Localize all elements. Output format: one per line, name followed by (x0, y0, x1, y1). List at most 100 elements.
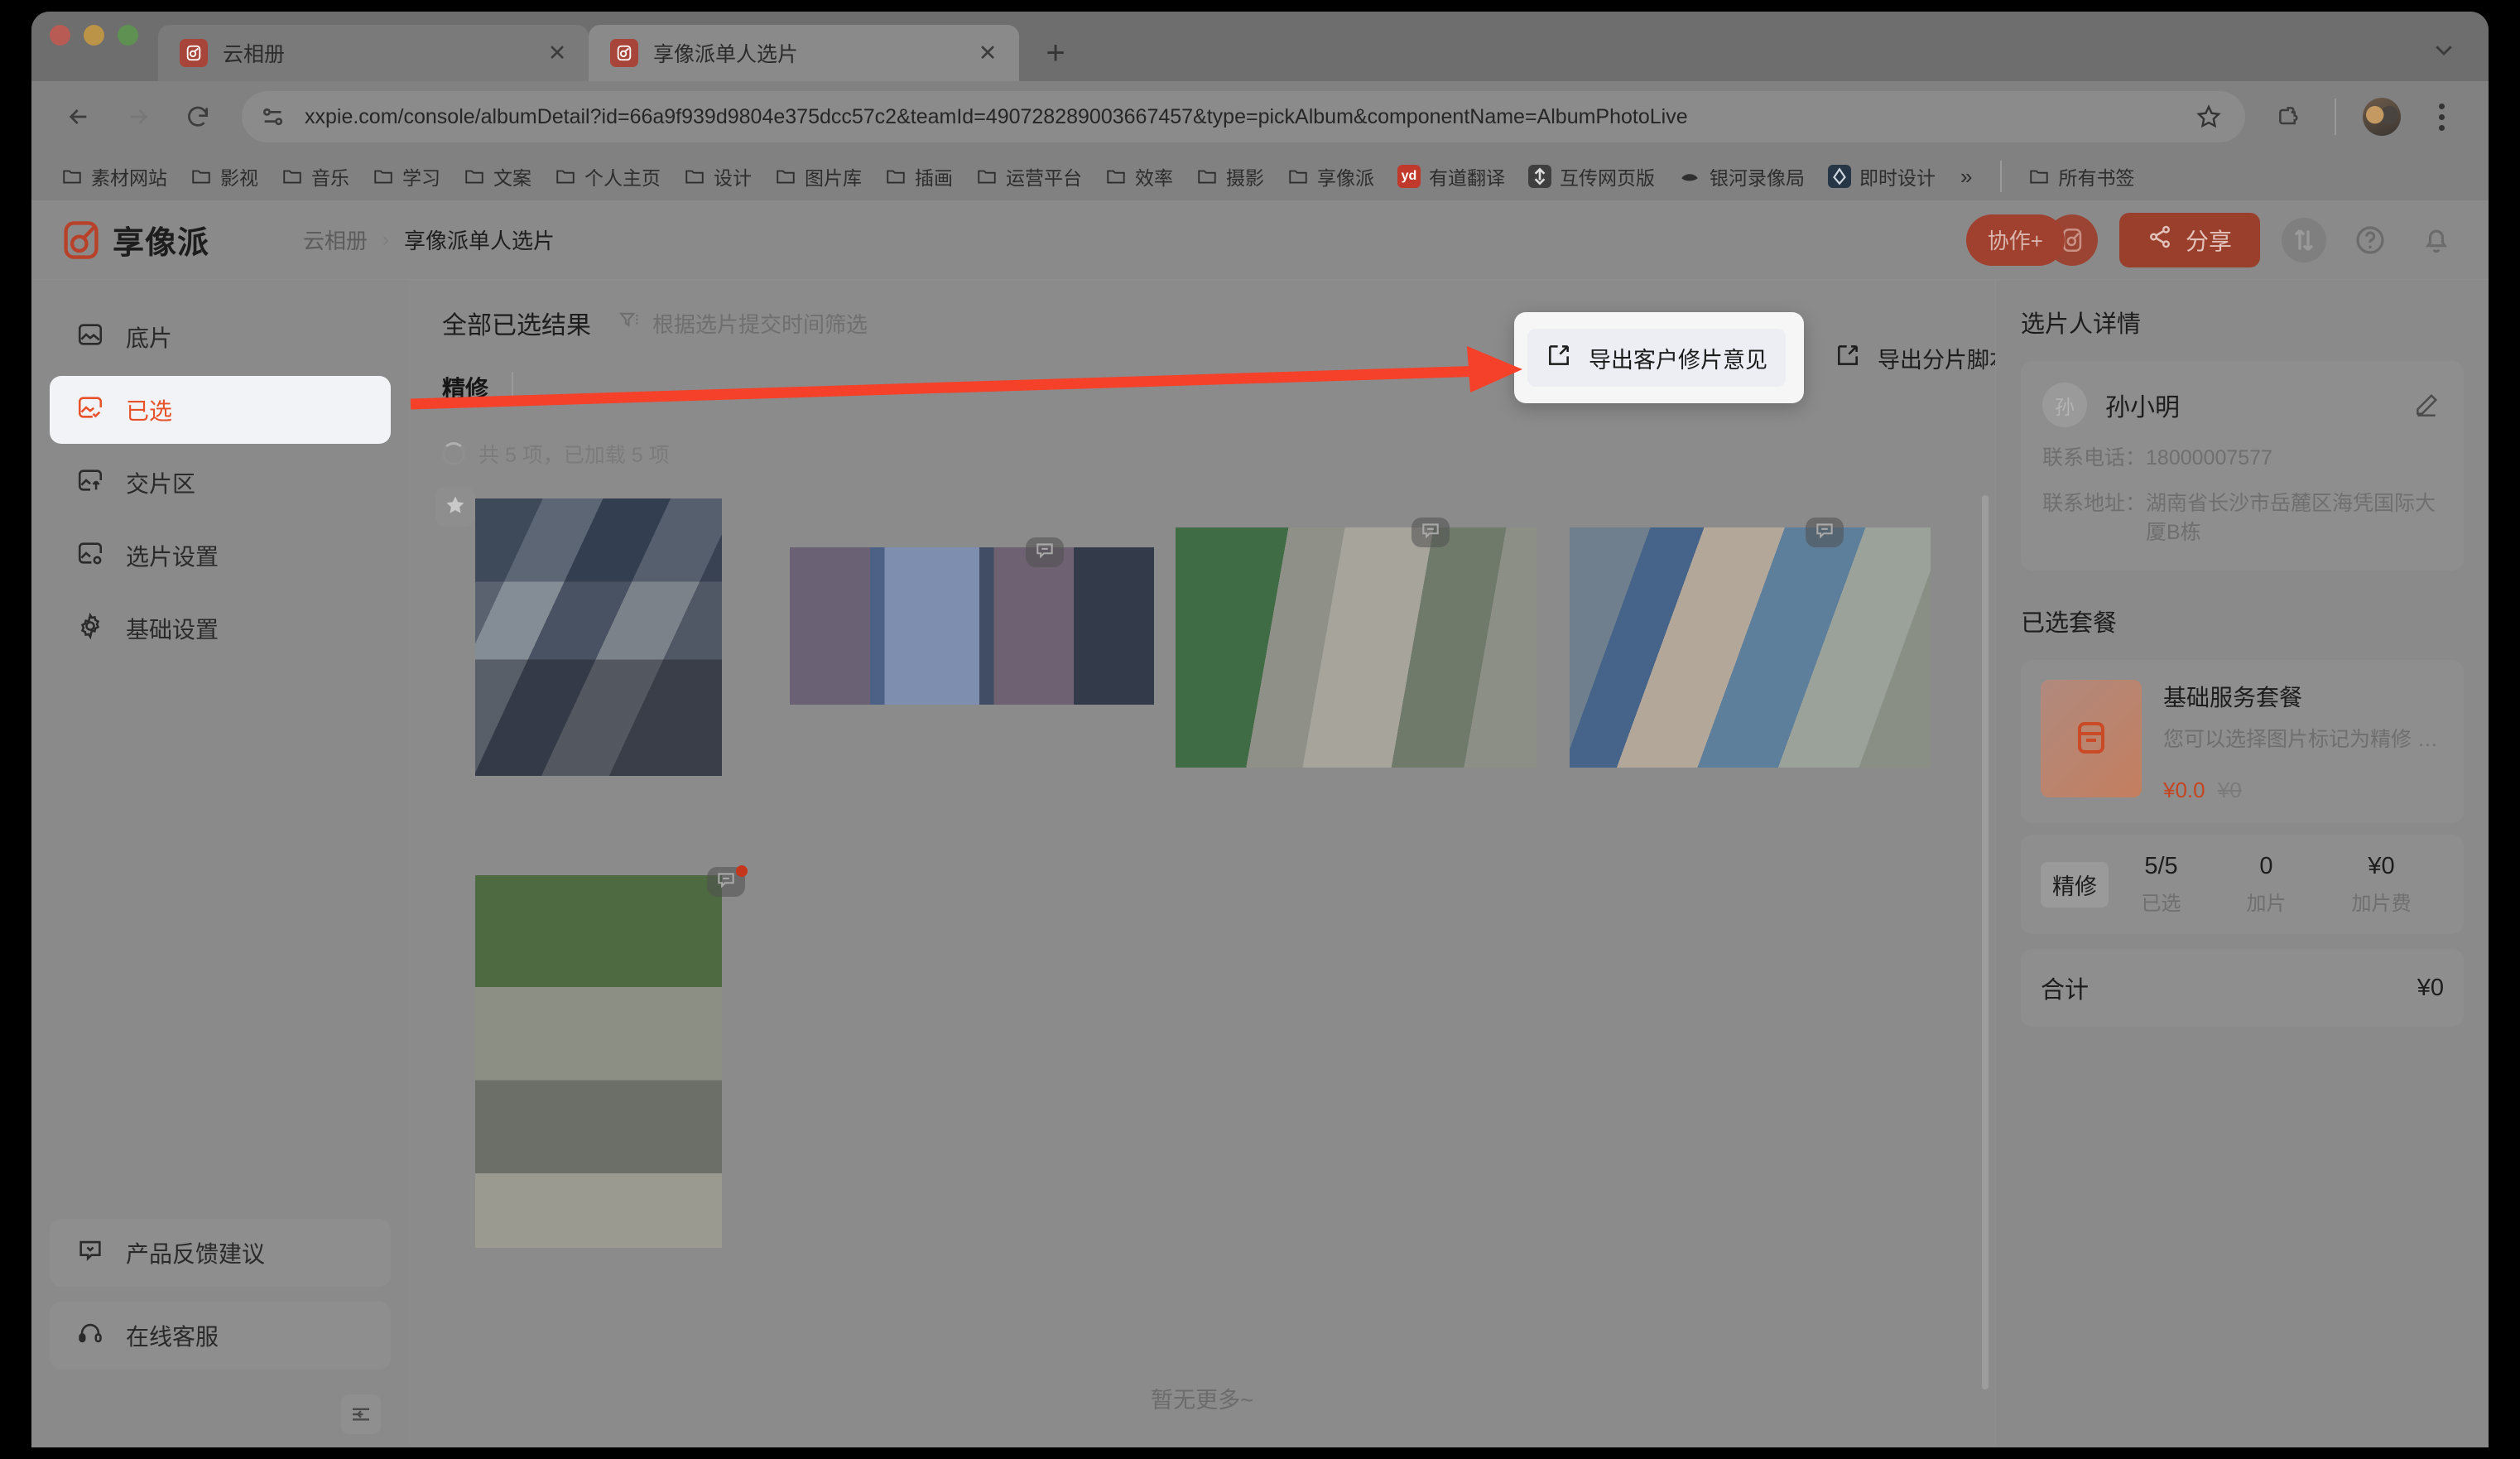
sidebar-item-pick-settings[interactable]: 选片设置 (50, 522, 391, 590)
sidebar-item-support[interactable]: 在线客服 (50, 1302, 391, 1370)
new-tab-button[interactable]: + (1032, 30, 1079, 76)
bookmark-item[interactable]: 运营平台 (966, 157, 1092, 195)
bookmark-item[interactable]: 学习 (363, 157, 450, 195)
bookmark-star-icon[interactable] (2191, 99, 2227, 135)
bookmark-label: 图片库 (805, 167, 862, 189)
bookmark-item[interactable]: 设计 (674, 157, 762, 195)
address-bar[interactable]: xxpie.com/console/albumDetail?id=66a9f93… (242, 91, 2245, 142)
breadcrumb-current: 享像派单人选片 (404, 229, 555, 253)
bookmark-item[interactable]: 图片库 (765, 157, 872, 195)
yinhe-icon (1678, 165, 1701, 188)
bookmarks-overflow-button[interactable]: » (1949, 159, 1984, 195)
photo-card[interactable] (1176, 527, 1537, 768)
package-card[interactable]: 基础服务套餐 您可以选择图片标记为精修 人… ¥0.0 ¥0 (2021, 660, 2464, 823)
minimize-window-button[interactable] (84, 24, 104, 46)
huchuan-icon (1528, 165, 1551, 188)
photo-card[interactable] (1570, 527, 1931, 768)
xiangxiangpai-icon (610, 39, 638, 67)
photo-comment-badge[interactable] (707, 865, 748, 897)
forward-button[interactable] (113, 91, 164, 142)
back-button[interactable] (53, 91, 104, 142)
toolbar-divider (2335, 99, 2336, 135)
collapse-sidebar-icon[interactable] (341, 1394, 381, 1434)
avatar (2363, 98, 2401, 136)
close-tab-1-button[interactable]: ✕ (541, 36, 574, 70)
bookmark-item[interactable]: 插画 (875, 157, 963, 195)
comment-icon (1814, 520, 1835, 546)
close-window-button[interactable] (50, 24, 70, 46)
maximize-window-button[interactable] (118, 24, 138, 46)
photo-comment-badge[interactable] (1411, 518, 1450, 547)
photo-icon (76, 320, 104, 354)
bookmark-item[interactable]: 素材网站 (51, 157, 177, 195)
folder-icon (556, 170, 575, 184)
collaborate-button[interactable]: 协作+ (1965, 214, 2098, 266)
sidebar-item-selected[interactable]: 已选 (50, 376, 391, 444)
help-icon[interactable] (2348, 218, 2393, 262)
bookmark-item[interactable]: 互传网页版 (1518, 157, 1665, 195)
bookmark-item[interactable]: 即时设计 (1818, 157, 1945, 195)
export-client-notes-button[interactable]: 导出客户修片意见 (1527, 329, 1786, 387)
pencil-icon[interactable] (2411, 389, 2442, 421)
total-label: 合计 (2041, 977, 2090, 1004)
site-settings-icon[interactable] (260, 103, 288, 131)
sidebar-item-basic-settings[interactable]: 基础设置 (50, 595, 391, 662)
main-scrollbar[interactable] (1982, 495, 1989, 1389)
avatar: 孙 (2042, 383, 2087, 427)
bookmark-item[interactable]: 银河录像局 (1668, 157, 1815, 195)
photo-thumbnail (475, 875, 722, 1248)
package-icon (2071, 717, 2111, 761)
folder-icon (1107, 170, 1125, 184)
tab-retouch[interactable]: 精修 (442, 371, 512, 404)
all-bookmarks-button[interactable]: 所有书签 (2018, 157, 2144, 195)
photo-comment-badge[interactable] (1026, 537, 1064, 567)
bookmark-item[interactable]: 享像派 (1277, 157, 1384, 195)
sort-icon[interactable] (2282, 217, 2326, 262)
sidebar-item-negatives[interactable]: 底片 (50, 303, 391, 371)
stat-value: 5/5 (2144, 853, 2178, 879)
browser-menu-button[interactable] (2416, 91, 2467, 142)
folder-icon (192, 170, 210, 184)
sidebar-item-delivery[interactable]: 交片区 (50, 449, 391, 517)
browser-tab-1[interactable]: 云相册 ✕ (158, 25, 589, 81)
bookmark-item[interactable]: 影视 (180, 157, 268, 195)
reload-button[interactable] (172, 91, 224, 142)
sidebar-item-feedback[interactable]: 产品反馈建议 (50, 1219, 391, 1287)
app-logo[interactable]: 享像派 (60, 217, 283, 262)
share-button[interactable]: 分享 (2118, 212, 2260, 267)
bell-icon[interactable] (2414, 218, 2459, 262)
export-split-script-button[interactable]: 导出分片脚本 (1816, 329, 1995, 387)
photo-grid (435, 487, 1962, 1248)
bookmark-item[interactable]: 个人主页 (545, 157, 671, 195)
stat-extra-fee: ¥0 加片费 (2352, 853, 2412, 916)
breadcrumb-separator: › (382, 228, 390, 251)
stats-columns: 5/5 已选 0 加片 ¥0 加片费 (2109, 853, 2444, 916)
bookmark-item[interactable]: 效率 (1095, 157, 1183, 195)
profile-button[interactable] (2356, 91, 2407, 142)
photo-comment-badge[interactable] (1806, 518, 1844, 547)
extensions-button[interactable] (2263, 91, 2315, 142)
web-app: 享像派 云相册 › 享像派单人选片 协作+ 分享 底片 已选 交片区 选片设置 … (31, 200, 2489, 1447)
page-title: 全部已选结果 (442, 312, 591, 339)
photo-star-badge[interactable] (435, 487, 475, 527)
external-link-icon (1546, 342, 1572, 374)
photo-card[interactable] (475, 875, 722, 1248)
tab-list-chevron-down-icon[interactable] (2421, 30, 2467, 70)
photo-card[interactable] (790, 547, 1154, 705)
breadcrumb-parent[interactable]: 云相册 (303, 224, 368, 255)
bookmark-item[interactable]: yd 有道翻译 (1387, 157, 1515, 195)
filter-control[interactable]: 根据选片提交时间筛选 (618, 308, 868, 339)
breadcrumb: 云相册 › 享像派单人选片 (303, 224, 555, 255)
collaborate-label: 协作+ (1965, 214, 2065, 266)
bookmark-item[interactable]: 音乐 (272, 157, 359, 195)
bookmark-item[interactable]: 摄影 (1186, 157, 1274, 195)
folder-icon (63, 170, 81, 184)
bookmark-label: 个人主页 (584, 167, 661, 189)
bookmark-label: 素材网站 (91, 167, 167, 189)
close-tab-2-button[interactable]: ✕ (971, 36, 1004, 70)
total-value: ¥0 (2417, 974, 2444, 1001)
photo-card[interactable] (475, 498, 722, 776)
browser-tab-2[interactable]: 享像派单人选片 ✕ (589, 25, 1019, 81)
bookmark-item[interactable]: 文案 (454, 157, 541, 195)
detail-panel: 选片人详情 孙 孙小明 联系电话： 18000007577 联系地址： 湖南省长… (1995, 280, 2489, 1447)
